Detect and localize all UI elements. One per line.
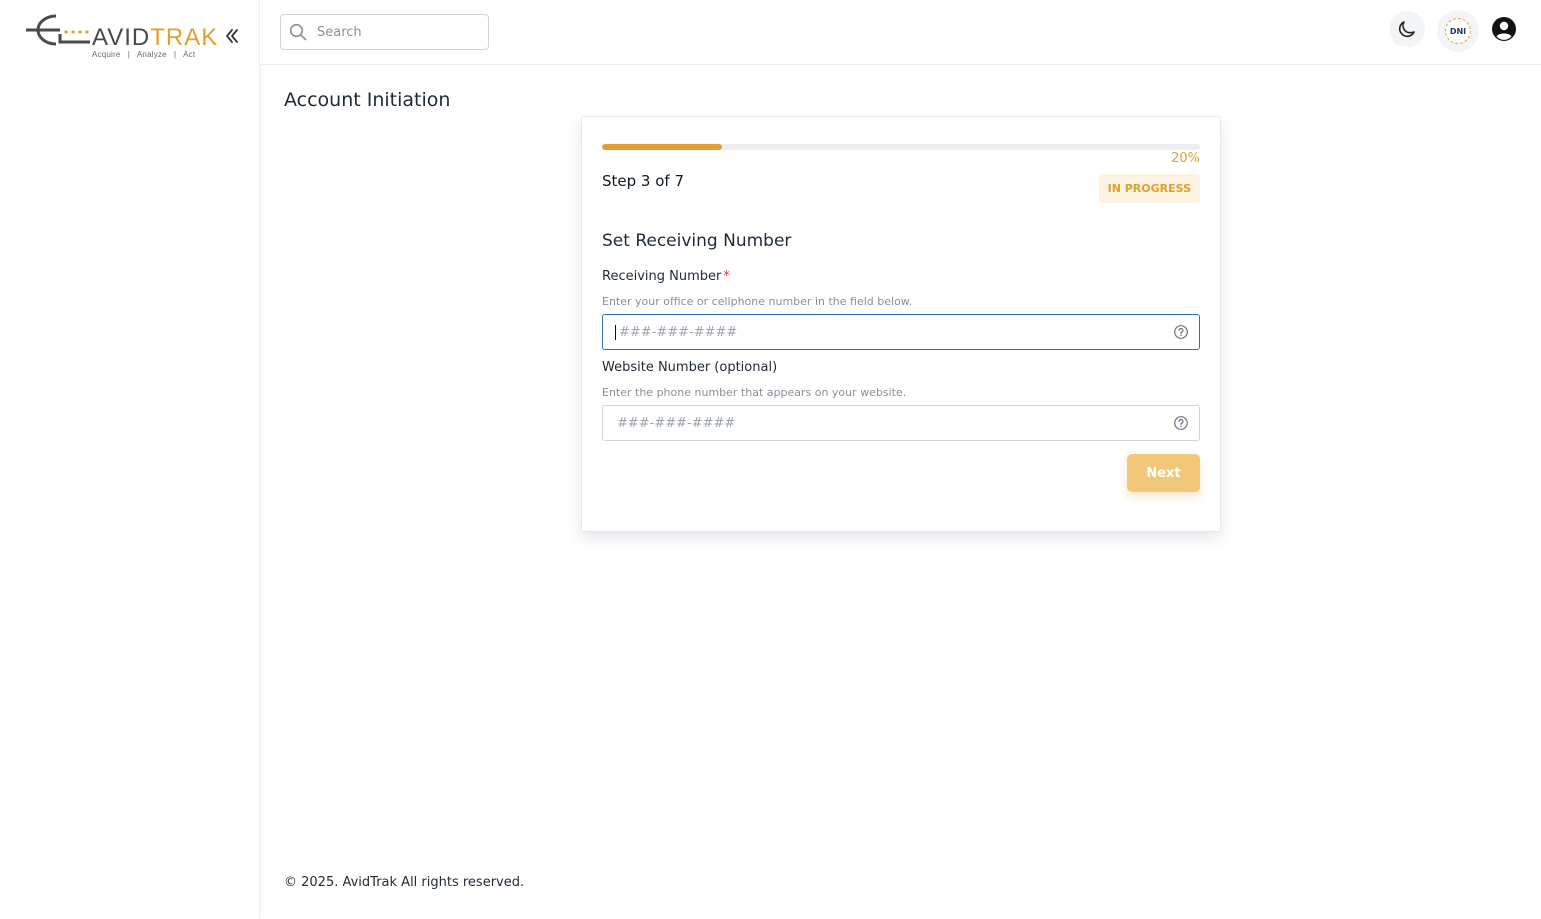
search-icon — [289, 23, 307, 41]
status-badge: IN PROGRESS — [1098, 174, 1200, 203]
help-circle-icon[interactable] — [1173, 324, 1189, 340]
footer-copyright: © 2025. AvidTrak All rights reserved. — [284, 875, 525, 890]
section-title: Set Receiving Number — [602, 231, 792, 251]
app-root: AVIDTRAK Acquire | Analyze | Act Search … — [0, 0, 1541, 919]
page-title: Account Initiation — [284, 89, 451, 111]
top-header: DNI — [260, 0, 1541, 65]
moon-icon — [1398, 21, 1415, 38]
sidebar-collapse-button[interactable] — [224, 26, 242, 46]
brand-mark-icon — [26, 14, 90, 46]
progress-bar — [602, 144, 1200, 150]
brand-logo[interactable]: AVIDTRAK Acquire | Analyze | Act — [20, 12, 220, 62]
brand-wordmark-trak: TRAK — [150, 24, 219, 51]
website-number-input[interactable] — [615, 414, 1173, 432]
search-input[interactable] — [315, 23, 475, 41]
help-circle-icon[interactable] — [1173, 415, 1189, 431]
receiving-number-label-text: Receiving Number — [602, 269, 722, 284]
next-button[interactable]: Next — [1127, 454, 1200, 492]
website-number-field[interactable] — [602, 405, 1200, 441]
receiving-number-field[interactable] — [602, 314, 1200, 350]
dni-button[interactable]: DNI — [1437, 10, 1479, 52]
step-indicator: Step 3 of 7 — [602, 172, 685, 190]
progress-bar-fill — [602, 144, 722, 150]
required-mark: * — [723, 269, 730, 284]
brand-tagline: Acquire | Analyze | Act — [92, 50, 196, 59]
text-caret — [615, 324, 616, 340]
dni-badge: DNI — [1445, 18, 1471, 44]
theme-toggle-button[interactable] — [1389, 11, 1425, 47]
double-chevron-left-icon — [226, 29, 238, 43]
search-box[interactable] — [280, 14, 489, 50]
progress-percent: 20% — [1171, 151, 1200, 166]
brand-wordmark: AVIDTRAK — [92, 24, 218, 52]
website-number-label: Website Number (optional) — [602, 360, 778, 375]
website-number-help: Enter the phone number that appears on y… — [602, 386, 907, 399]
wizard-card: 20% Step 3 of 7 IN PROGRESS Set Receivin… — [581, 116, 1221, 532]
user-circle-icon — [1492, 17, 1516, 41]
sidebar: AVIDTRAK Acquire | Analyze | Act — [0, 0, 260, 919]
receiving-number-label: Receiving Number * — [602, 269, 730, 284]
receiving-number-input[interactable] — [617, 323, 1173, 341]
receiving-number-help: Enter your office or cellphone number in… — [602, 295, 913, 308]
profile-button[interactable] — [1489, 14, 1519, 44]
brand-wordmark-avid: AVID — [92, 24, 151, 51]
